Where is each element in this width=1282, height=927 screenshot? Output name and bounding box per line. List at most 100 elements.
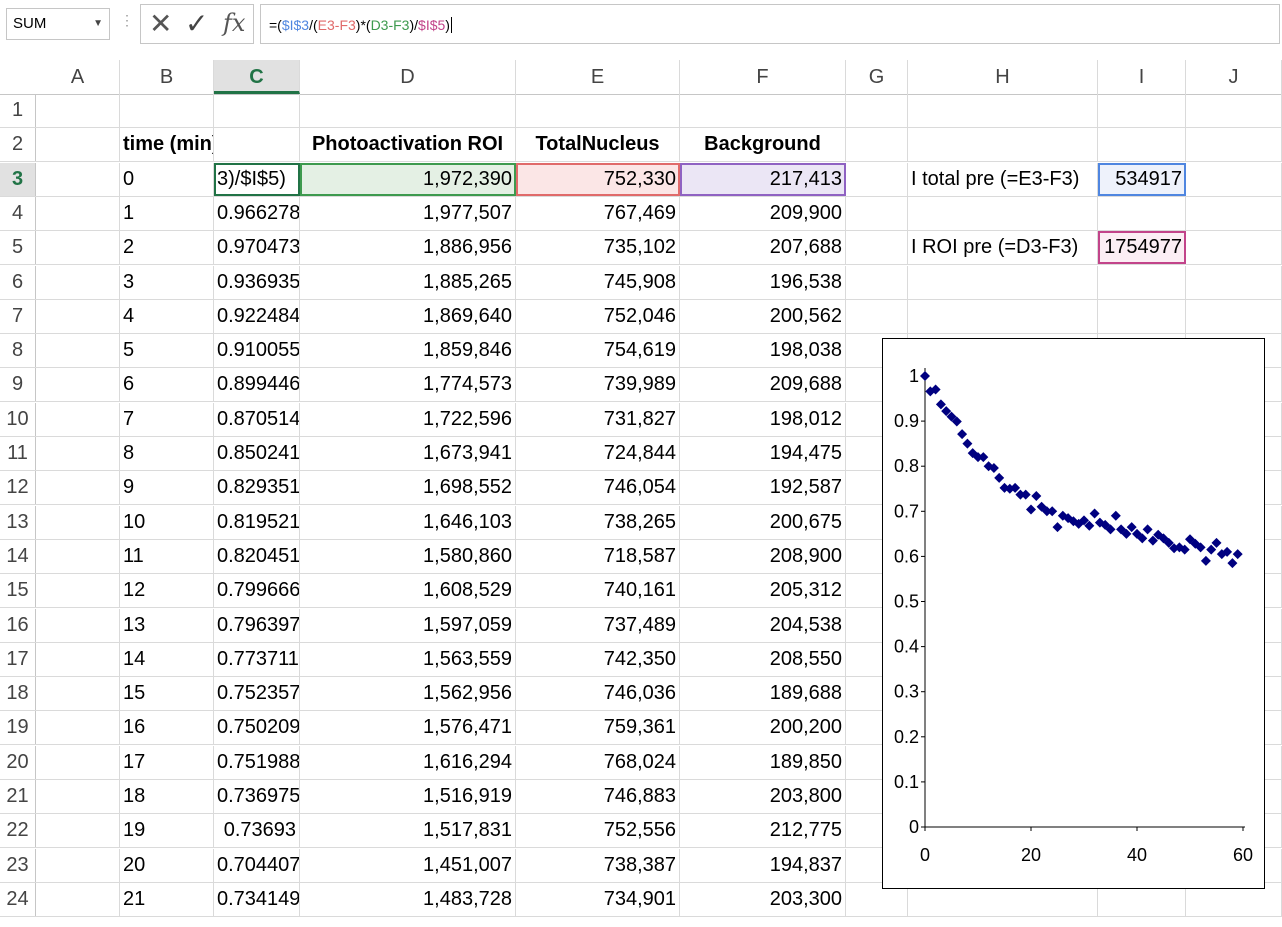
row-header[interactable]: 17 — [0, 643, 36, 676]
cell-f15[interactable]: 205,312 — [680, 574, 846, 607]
cell-c24[interactable]: 0.734149 — [214, 883, 300, 916]
cell-i5[interactable]: 1754977 — [1098, 231, 1186, 264]
cell-f6[interactable]: 196,538 — [680, 266, 846, 299]
formula-input[interactable]: =($I$3/(E3-F3)*(D3-F3)/$I$5) — [260, 4, 1280, 44]
cell-b5[interactable]: 2 — [120, 231, 214, 264]
cell-f20[interactable]: 189,850 — [680, 746, 846, 779]
cell-e9[interactable]: 739,989 — [516, 368, 680, 401]
cell-d1[interactable] — [300, 94, 516, 127]
cell-b20[interactable]: 17 — [120, 746, 214, 779]
cell-f22[interactable]: 212,775 — [680, 814, 846, 847]
cell-b21[interactable]: 18 — [120, 780, 214, 813]
cell-e10[interactable]: 731,827 — [516, 403, 680, 436]
row-header[interactable]: 7 — [0, 300, 36, 333]
cell-e20[interactable]: 768,024 — [516, 746, 680, 779]
row-header[interactable]: 21 — [0, 780, 36, 813]
cell-a14[interactable] — [36, 540, 120, 573]
cell-a1[interactable] — [36, 94, 120, 127]
cell-a12[interactable] — [36, 471, 120, 504]
cell-i4[interactable] — [1098, 197, 1186, 230]
cell-a17[interactable] — [36, 643, 120, 676]
cell-b10[interactable]: 7 — [120, 403, 214, 436]
cell-a5[interactable] — [36, 231, 120, 264]
cell-e1[interactable] — [516, 94, 680, 127]
cell-a16[interactable] — [36, 609, 120, 642]
cell-i7[interactable] — [1098, 300, 1186, 333]
row-header[interactable]: 11 — [0, 437, 36, 470]
cell-b24[interactable]: 21 — [120, 883, 214, 916]
column-header-d[interactable]: D — [300, 60, 516, 94]
cell-a10[interactable] — [36, 403, 120, 436]
insert-function-icon[interactable]: fx — [223, 9, 245, 37]
cell-a22[interactable] — [36, 814, 120, 847]
cell-b16[interactable]: 13 — [120, 609, 214, 642]
cell-c6[interactable]: 0.936935 — [214, 266, 300, 299]
cell-d20[interactable]: 1,616,294 — [300, 746, 516, 779]
cell-f5[interactable]: 207,688 — [680, 231, 846, 264]
cell-c14[interactable]: 0.820451 — [214, 540, 300, 573]
cell-f23[interactable]: 194,837 — [680, 849, 846, 882]
row-header[interactable]: 13 — [0, 506, 36, 539]
cell-a20[interactable] — [36, 746, 120, 779]
cell-c13[interactable]: 0.819521 — [214, 506, 300, 539]
row-header[interactable]: 18 — [0, 677, 36, 710]
cell-g7[interactable] — [846, 300, 908, 333]
cell-a9[interactable] — [36, 368, 120, 401]
cell-b22[interactable]: 19 — [120, 814, 214, 847]
cell-c21[interactable]: 0.736975 — [214, 780, 300, 813]
cell-b12[interactable]: 9 — [120, 471, 214, 504]
cell-i6[interactable] — [1098, 266, 1186, 299]
column-header-h[interactable]: H — [908, 60, 1098, 94]
cell-e22[interactable]: 752,556 — [516, 814, 680, 847]
cell-j6[interactable] — [1186, 266, 1282, 299]
row-header[interactable]: 4 — [0, 197, 36, 230]
cell-a19[interactable] — [36, 711, 120, 744]
cell-h6[interactable] — [908, 266, 1098, 299]
column-header-b[interactable]: B — [120, 60, 214, 94]
cell-f1[interactable] — [680, 94, 846, 127]
cell-f10[interactable]: 198,012 — [680, 403, 846, 436]
cell-f14[interactable]: 208,900 — [680, 540, 846, 573]
cell-a21[interactable] — [36, 780, 120, 813]
cell-g1[interactable] — [846, 94, 908, 127]
cell-a4[interactable] — [36, 197, 120, 230]
row-header[interactable]: 24 — [0, 883, 36, 916]
cell-f12[interactable]: 192,587 — [680, 471, 846, 504]
cell-j7[interactable] — [1186, 300, 1282, 333]
cell-a23[interactable] — [36, 849, 120, 882]
cell-i1[interactable] — [1098, 94, 1186, 127]
cell-b11[interactable]: 8 — [120, 437, 214, 470]
cell-e17[interactable]: 742,350 — [516, 643, 680, 676]
column-header-a[interactable]: A — [36, 60, 120, 94]
cell-d5[interactable]: 1,886,956 — [300, 231, 516, 264]
name-box[interactable]: SUM ▼ — [6, 8, 110, 40]
cell-b7[interactable]: 4 — [120, 300, 214, 333]
chevron-down-icon[interactable]: ▼ — [93, 9, 103, 39]
cell-a7[interactable] — [36, 300, 120, 333]
cell-a11[interactable] — [36, 437, 120, 470]
cell-f18[interactable]: 189,688 — [680, 677, 846, 710]
cell-e21[interactable]: 746,883 — [516, 780, 680, 813]
row-header[interactable]: 10 — [0, 403, 36, 436]
cell-b13[interactable]: 10 — [120, 506, 214, 539]
cell-f7[interactable]: 200,562 — [680, 300, 846, 333]
cell-b19[interactable]: 16 — [120, 711, 214, 744]
cell-f8[interactable]: 198,038 — [680, 334, 846, 367]
cell-c20[interactable]: 0.751988 — [214, 746, 300, 779]
cell-b6[interactable]: 3 — [120, 266, 214, 299]
cell-a24[interactable] — [36, 883, 120, 916]
cell-b17[interactable]: 14 — [120, 643, 214, 676]
row-header[interactable]: 6 — [0, 266, 36, 299]
cell-e2[interactable]: TotalNucleus — [516, 128, 680, 161]
row-header[interactable]: 5 — [0, 231, 36, 264]
cell-b8[interactable]: 5 — [120, 334, 214, 367]
cell-e12[interactable]: 746,054 — [516, 471, 680, 504]
cell-d22[interactable]: 1,517,831 — [300, 814, 516, 847]
cell-d18[interactable]: 1,562,956 — [300, 677, 516, 710]
cell-f24[interactable]: 203,300 — [680, 883, 846, 916]
row-header[interactable]: 12 — [0, 471, 36, 504]
cell-c16[interactable]: 0.796397 — [214, 609, 300, 642]
cell-f2[interactable]: Background — [680, 128, 846, 161]
cell-d12[interactable]: 1,698,552 — [300, 471, 516, 504]
cell-c5[interactable]: 0.970473 — [214, 231, 300, 264]
